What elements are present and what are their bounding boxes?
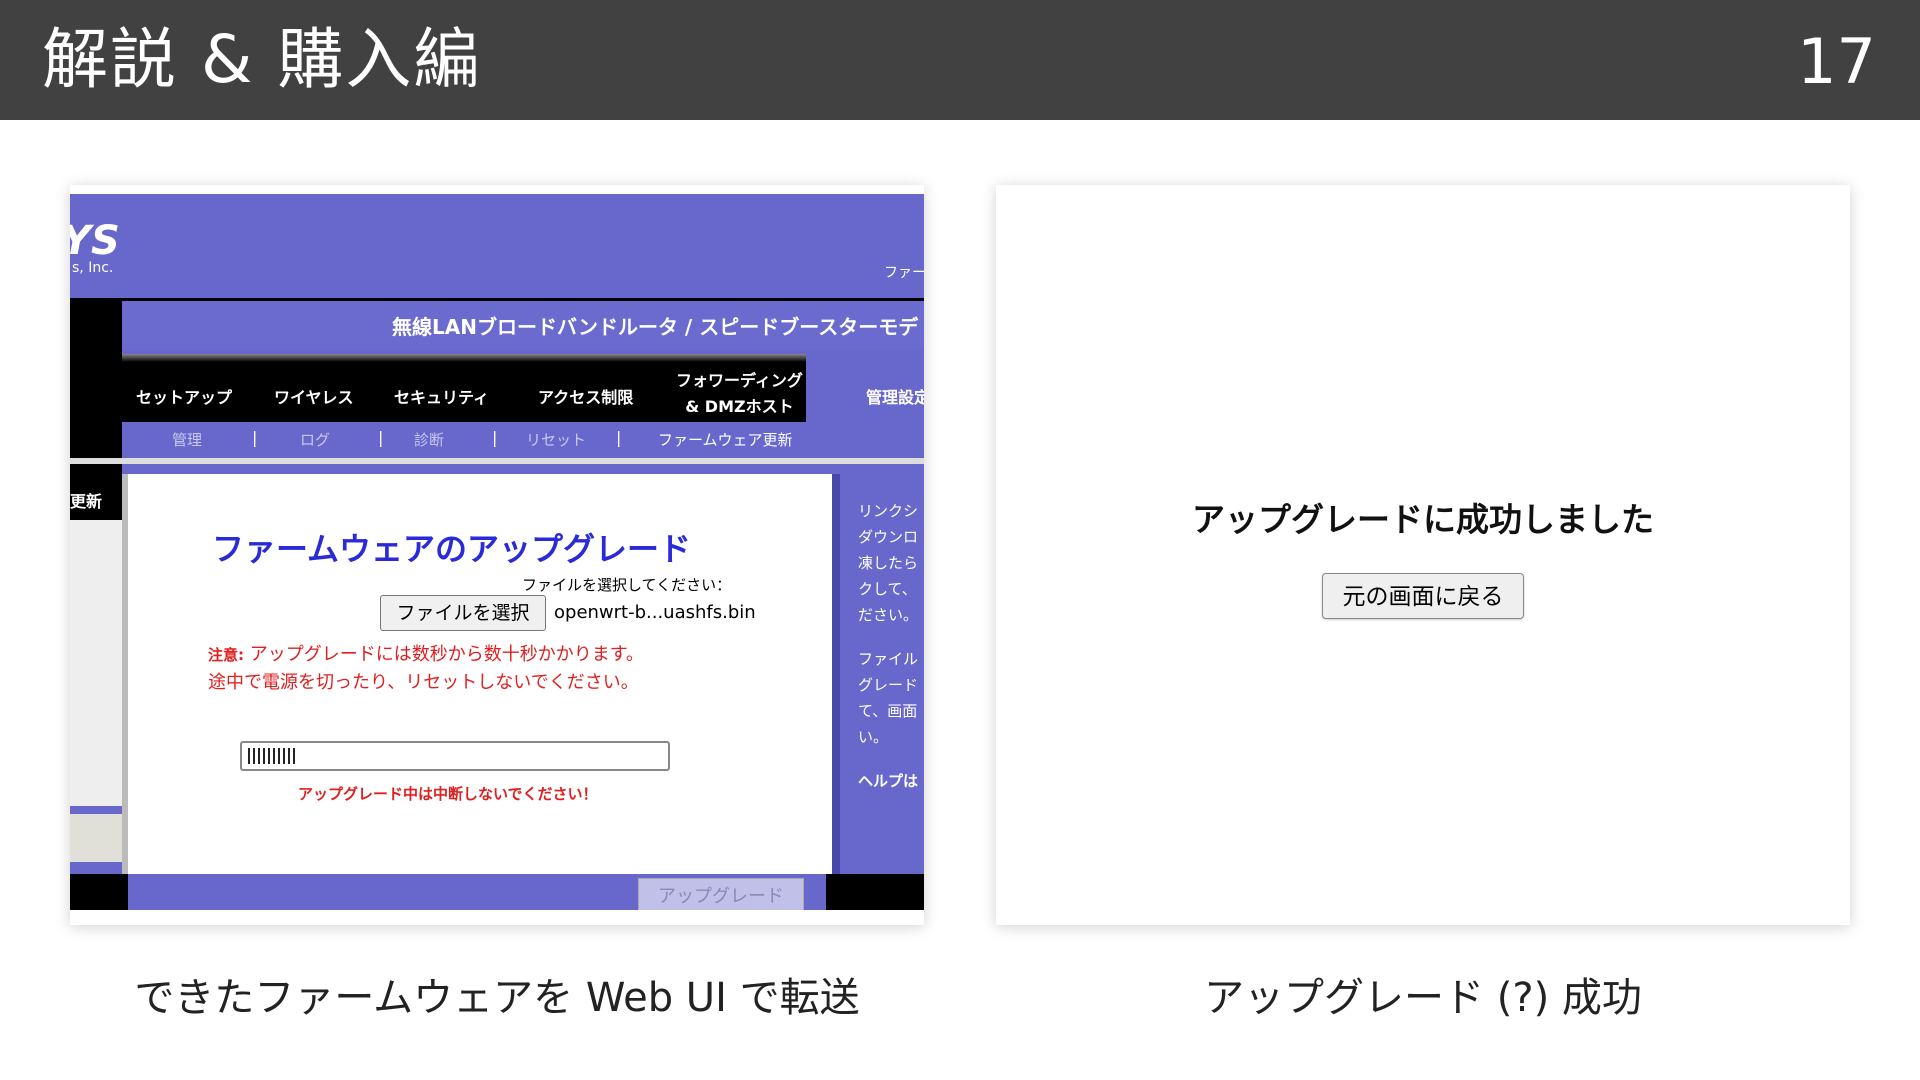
warning-line-1: 注意: アップグレードには数秒から数十秒かかります。 [208,640,644,666]
tab-administration[interactable]: 管理設定 [866,384,924,408]
help-line: ださい。 [858,606,919,624]
upgrade-button[interactable]: アップグレード [638,878,804,910]
sub-separator: | [378,428,384,447]
subtab-reset[interactable]: リセット [526,429,586,450]
tab-access-restriction[interactable]: アクセス制限 [538,384,633,408]
slide-page-number: 17 [1797,25,1876,98]
bottom-black-right [826,874,924,910]
help-column: リンクシ ダウンロ 凍したら クして、 ださい。 ファイル グレード て、画面 … [832,474,924,874]
slide-title: 解説 & 購入編 [42,21,482,98]
sub-separator: | [616,428,622,447]
side-gray-block [70,814,126,862]
progress-fill [248,748,298,764]
success-message: アップグレードに成功しました [1192,500,1654,539]
router-web-ui: YS s, Inc. ファー 無線LANブロードバンドルータ / スピードブース… [70,194,924,910]
progress-warning: アップグレード中は中断しないでください！ [298,785,598,803]
tab-forwarding-label: フォワーディング [676,371,803,390]
slide-header: 解説 & 購入編 17 [0,0,1920,120]
content-top-strip [70,458,924,464]
help-link[interactable]: ヘルプは [858,772,918,790]
help-line: リンクシ [858,502,919,520]
help-line: 凍したら [858,554,919,572]
bottom-bar: アップグレード [70,874,924,910]
help-line: ファイル [858,650,919,668]
tab-forwarding-dmz[interactable]: フォワーディング & DMZホスト [676,368,803,420]
select-file-label: ファイルを選択してください： [522,576,732,594]
sub-separator: | [252,428,258,447]
vendor-logo-subtitle: s, Inc. [72,260,114,276]
subtab-diagnostics[interactable]: 診断 [414,429,444,450]
choose-file-button[interactable]: ファイルを選択 [380,595,546,631]
upgrade-progress-bar [240,741,670,771]
subtab-firmware-update[interactable]: ファームウェア更新 [658,429,793,450]
help-line: ダウンロ [858,528,919,546]
warning-prefix: 注意: [208,646,244,664]
firmware-upgrade-form: ファームウェアのアップグレード ファイルを選択してください： ファイルを選択 o… [122,474,832,874]
help-line: い。 [858,728,889,746]
tab-security[interactable]: セキュリティ [394,384,489,408]
tab-dmz-label: & DMZホスト [685,397,794,416]
caption-right: アップグレード (?) 成功 [1204,975,1642,1021]
sub-nav: 管理 | ログ | 診断 | リセット | ファームウェア更新 [122,422,924,456]
sub-separator: | [492,428,498,447]
firmware-upgrade-title: ファームウェアのアップグレード [212,530,692,568]
upgrade-success-screenshot: アップグレードに成功しました 元の画面に戻る [996,185,1850,925]
router-ui-screenshot: YS s, Inc. ファー 無線LANブロードバンドルータ / スピードブース… [70,185,924,925]
help-line: クして、 [858,580,917,598]
caption-left: できたファームウェアを Web UI で転送 [134,975,860,1021]
back-to-previous-button[interactable]: 元の画面に戻る [1322,573,1524,619]
warning-line-2: 途中で電源を切ったり、リセットしないでください。 [208,672,639,693]
bottom-black-left [70,874,128,910]
product-name-bar: 無線LANブロードバンドルータ / スピードブースターモデ [122,298,924,350]
vendor-logo: YS [70,218,120,264]
tab-wireless[interactable]: ワイヤレス [274,384,354,408]
help-paragraph-3: ヘルプは [858,768,924,794]
nav-gradient [122,354,924,362]
help-line: グレード [858,676,919,694]
help-text: リンクシ ダウンロ 凍したら クして、 ださい。 ファイル グレード て、画面 … [858,498,924,812]
main-nav: セットアップ ワイヤレス セキュリティ アクセス制限 フォワーディング & DM… [122,354,924,422]
warning-text-1: アップグレードには数秒から数十秒かかります。 [249,644,644,665]
help-paragraph-1: リンクシ ダウンロ 凍したら クして、 ださい。 [858,498,924,628]
tab-setup[interactable]: セットアップ [136,384,232,408]
side-gray-column [70,520,122,806]
side-section-label: 更新 [70,484,120,520]
subtab-log[interactable]: ログ [300,429,330,450]
subtab-management[interactable]: 管理 [172,429,202,450]
top-right-link[interactable]: ファー [884,262,924,282]
help-line: て、画面 [858,702,918,720]
selected-file-name: openwrt-b...uashfs.bin [554,602,756,623]
help-paragraph-2: ファイル グレード て、画面 い。 [858,646,924,750]
